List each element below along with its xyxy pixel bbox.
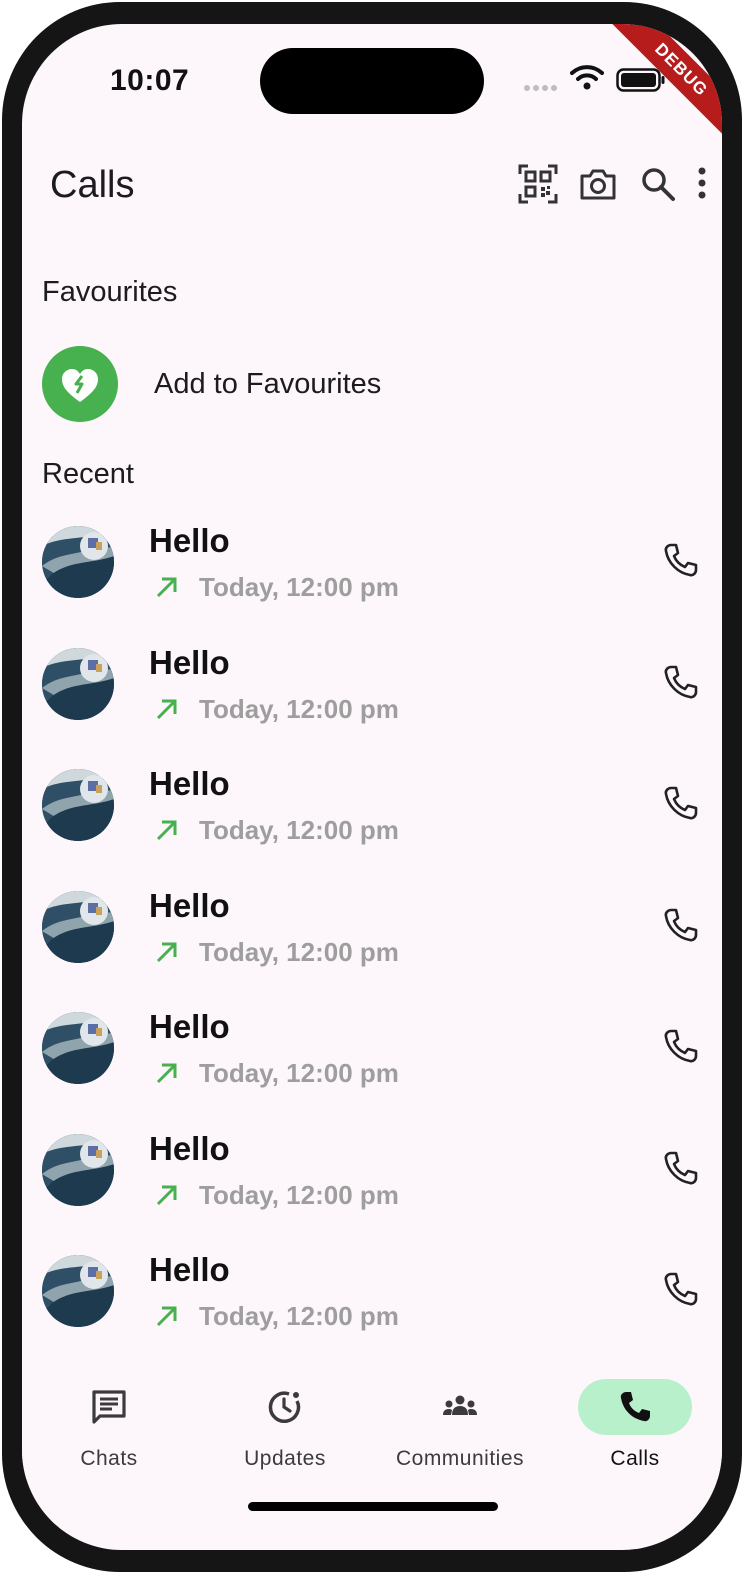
nav-communities-label: Communities: [395, 1447, 525, 1470]
nav-updates[interactable]: Updates: [207, 1379, 357, 1479]
communities-icon: [443, 1395, 477, 1415]
contact-avatar: [42, 647, 114, 720]
nav-updates-label: Updates: [244, 1447, 326, 1470]
phone-icon[interactable]: [662, 1150, 700, 1188]
nav-chats-label: Chats: [80, 1447, 138, 1470]
nav-communities[interactable]: Communities: [382, 1379, 532, 1479]
call-timestamp: Today, 12:00 pm: [199, 815, 399, 845]
add-to-favourites-row[interactable]: Add to Favourites: [42, 346, 702, 426]
outgoing-call-arrow-icon: [156, 577, 177, 598]
call-row[interactable]: Hello Today, 12:00 pm: [42, 1251, 702, 1365]
call-contact-name: Hello: [149, 1008, 230, 1045]
outgoing-call-arrow-icon: [156, 699, 177, 719]
recent-heading: Recent: [42, 458, 134, 490]
outgoing-call-arrow-icon: [156, 820, 177, 841]
phone-icon[interactable]: [662, 907, 700, 945]
wifi-icon: [570, 65, 604, 90]
call-row[interactable]: Hello Today, 12:00 pm: [42, 1130, 702, 1244]
chat-icon: [92, 1390, 126, 1424]
battery-icon: [616, 68, 665, 92]
status-time: 10:07: [110, 64, 190, 97]
call-contact-name: Hello: [149, 1129, 230, 1167]
outgoing-call-arrow-icon: [156, 1063, 177, 1084]
nav-calls[interactable]: Calls: [557, 1379, 707, 1479]
outgoing-call-arrow-icon: [156, 1185, 177, 1205]
home-indicator: [248, 1502, 498, 1511]
call-row[interactable]: Hello Today, 12:00 pm: [42, 522, 702, 636]
favourites-heading: Favourites: [42, 276, 178, 308]
call-row[interactable]: Hello Today, 12:00 pm: [42, 644, 702, 758]
search-icon[interactable]: [638, 164, 678, 204]
call-contact-name: Hello: [149, 1251, 230, 1288]
call-contact-name: Hello: [149, 765, 230, 802]
call-timestamp: Today, 12:00 pm: [199, 1058, 399, 1088]
qr-scan-icon[interactable]: [518, 164, 558, 204]
call-contact-name: Hello: [149, 643, 230, 681]
outgoing-call-arrow-icon: [156, 942, 177, 962]
phone-icon: [620, 1392, 650, 1422]
app-screen: 10:07 DEBUG Calls Favourites Add to Favo…: [22, 24, 722, 1550]
add-to-favourites-label: Add to Favourites: [154, 368, 382, 400]
call-timestamp: Today, 12:00 pm: [199, 1179, 399, 1210]
call-row[interactable]: Hello Today, 12:00 pm: [42, 1008, 702, 1122]
avatar-photo-icon: [42, 769, 114, 841]
outgoing-call-arrow-icon: [156, 1306, 177, 1327]
avatar-photo-icon: [42, 526, 114, 598]
call-contact-name: Hello: [149, 522, 230, 559]
contact-avatar: [42, 1255, 114, 1327]
nav-calls-label: Calls: [610, 1447, 660, 1470]
avatar-photo-icon: [42, 647, 114, 720]
call-timestamp: Today, 12:00 pm: [199, 936, 399, 967]
call-row[interactable]: Hello Today, 12:00 pm: [42, 887, 702, 1001]
phone-icon[interactable]: [662, 1271, 700, 1309]
contact-avatar: [42, 1012, 114, 1084]
dynamic-island: [260, 48, 484, 114]
avatar-photo-icon: [42, 1255, 114, 1327]
avatar-photo-icon: [42, 890, 114, 963]
avatar-photo-icon: [42, 1133, 114, 1206]
phone-icon[interactable]: [662, 542, 700, 580]
favourites-avatar: [42, 346, 118, 422]
contact-avatar: [42, 1133, 114, 1206]
more-vert-icon[interactable]: [688, 164, 718, 204]
contact-avatar: [42, 526, 114, 598]
contact-avatar: [42, 890, 114, 963]
call-row[interactable]: Hello Today, 12:00 pm: [42, 765, 702, 879]
camera-icon[interactable]: [578, 164, 618, 204]
contact-avatar: [42, 769, 114, 841]
nav-chats[interactable]: Chats: [31, 1379, 181, 1479]
call-timestamp: Today, 12:00 pm: [199, 1301, 399, 1331]
heart-add-icon: [62, 369, 98, 402]
phone-icon[interactable]: [662, 664, 700, 702]
updates-icon: [268, 1391, 301, 1423]
avatar-photo-icon: [42, 1012, 114, 1084]
device-frame: 10:07 DEBUG Calls Favourites Add to Favo…: [0, 0, 744, 1574]
cellular-signal-icon: [524, 85, 557, 91]
page-title: Calls: [50, 164, 135, 206]
bottom-navigation: Chats Updates Communities Calls: [22, 1359, 722, 1479]
call-timestamp: Today, 12:00 pm: [199, 572, 399, 602]
phone-icon[interactable]: [662, 1028, 700, 1066]
call-contact-name: Hello: [149, 886, 230, 924]
phone-icon[interactable]: [662, 785, 700, 823]
call-timestamp: Today, 12:00 pm: [199, 693, 399, 724]
